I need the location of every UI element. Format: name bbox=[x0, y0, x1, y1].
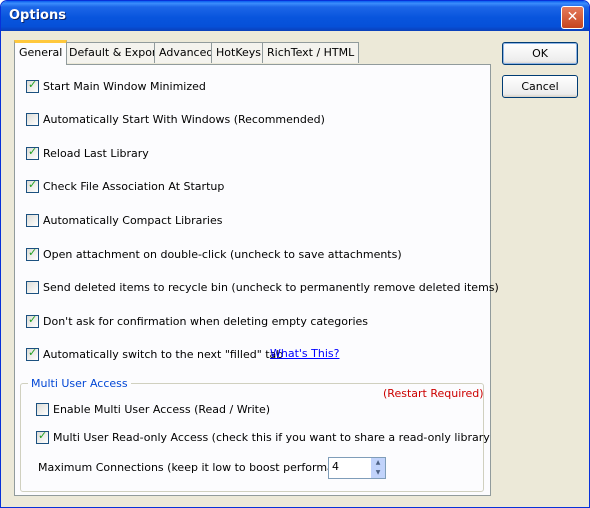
checkbox[interactable] bbox=[26, 246, 39, 261]
checkbox[interactable] bbox=[26, 214, 39, 227]
tab-general[interactable]: General bbox=[14, 40, 68, 65]
max-connections-value[interactable]: 4 bbox=[332, 460, 339, 473]
checkbox[interactable] bbox=[26, 178, 39, 193]
option-recycle-bin[interactable]: Send deleted items to recycle bin (unche… bbox=[26, 281, 499, 294]
window-title: Options bbox=[9, 8, 66, 23]
checkbox[interactable] bbox=[26, 281, 39, 294]
max-connections-spinner[interactable]: 4 ▲ ▼ bbox=[328, 457, 386, 479]
option-no-confirm-empty[interactable]: Don't ask for confirmation when deleting… bbox=[26, 313, 368, 328]
option-enable-multi-user[interactable]: Enable Multi User Access (Read / Write) bbox=[36, 403, 270, 416]
spin-up-icon[interactable]: ▲ bbox=[370, 458, 385, 468]
option-reload-last-library[interactable]: Reload Last Library bbox=[26, 145, 149, 160]
checkbox[interactable] bbox=[26, 145, 39, 160]
checkbox[interactable] bbox=[26, 113, 39, 126]
tab-hotkeys[interactable]: HotKeys bbox=[211, 42, 266, 63]
checkbox[interactable] bbox=[36, 429, 49, 444]
option-start-minimized[interactable]: Start Main Window Minimized bbox=[26, 78, 206, 93]
option-open-attachment[interactable]: Open attachment on double-click (uncheck… bbox=[26, 246, 402, 261]
max-connections-label: Maximum Connections (keep it low to boos… bbox=[38, 461, 362, 474]
option-switch-filled-tab[interactable]: Automatically switch to the next "filled… bbox=[26, 346, 283, 361]
options-dialog: Options ✕ General Default & Export Advan… bbox=[0, 0, 590, 508]
checkbox[interactable] bbox=[26, 78, 39, 93]
option-auto-compact[interactable]: Automatically Compact Libraries bbox=[26, 214, 223, 227]
tab-richtext-html[interactable]: RichText / HTML bbox=[262, 42, 360, 63]
cancel-button[interactable]: Cancel bbox=[502, 75, 578, 98]
checkbox[interactable] bbox=[26, 346, 39, 361]
tab-default-export[interactable]: Default & Export bbox=[64, 42, 166, 63]
ok-button[interactable]: OK bbox=[502, 42, 578, 65]
option-check-file-association[interactable]: Check File Association At Startup bbox=[26, 178, 224, 193]
group-title: Multi User Access bbox=[28, 377, 131, 390]
close-button[interactable]: ✕ bbox=[561, 6, 584, 29]
checkbox[interactable] bbox=[36, 403, 49, 416]
spin-down-icon[interactable]: ▼ bbox=[370, 468, 385, 478]
checkbox[interactable] bbox=[26, 313, 39, 328]
restart-required-note: (Restart Required) bbox=[383, 387, 484, 400]
whats-this-link[interactable]: What's This? bbox=[270, 347, 339, 360]
option-auto-start-windows[interactable]: Automatically Start With Windows (Recomm… bbox=[26, 113, 325, 126]
tab-advanced[interactable]: Advanced bbox=[154, 42, 219, 63]
title-bar[interactable]: Options ✕ bbox=[1, 1, 589, 31]
option-read-only-access[interactable]: Multi User Read-only Access (check this … bbox=[36, 429, 490, 444]
